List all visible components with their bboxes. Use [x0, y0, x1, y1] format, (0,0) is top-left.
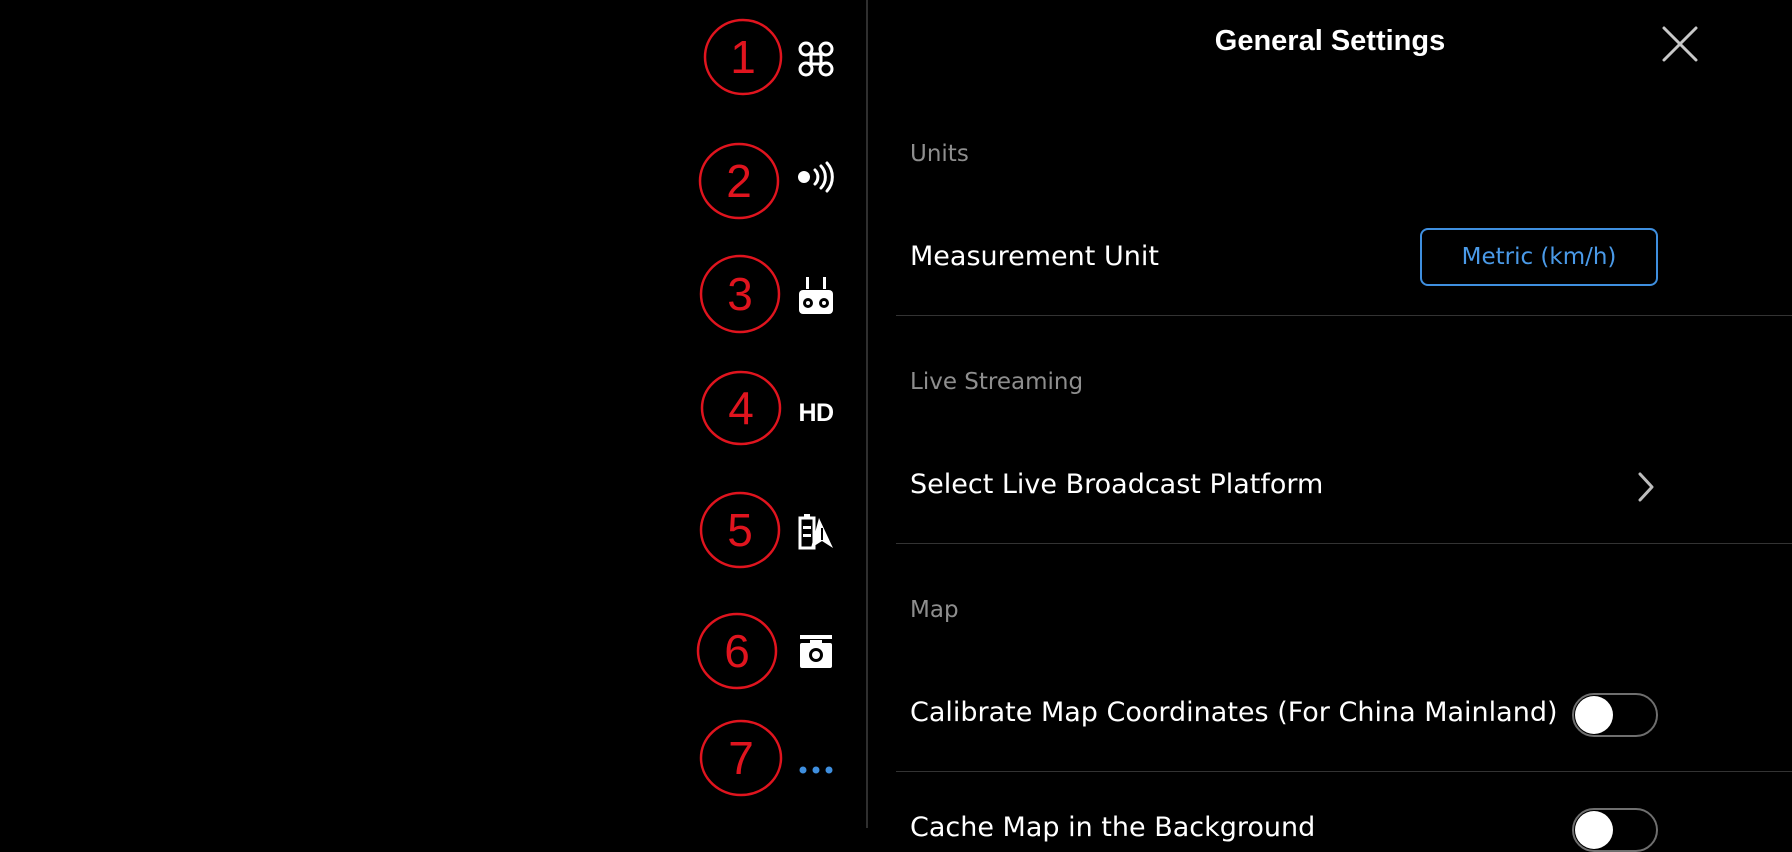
nav-item-aircraft[interactable]: [784, 27, 848, 91]
section-label-map: Map: [910, 597, 959, 623]
nav-item-hd[interactable]: HD: [784, 381, 848, 445]
chevron-right-icon[interactable]: [1632, 470, 1658, 504]
general-settings-panel: General Settings Units Measurement Unit …: [868, 0, 1792, 852]
remote-controller-icon: [799, 277, 833, 314]
close-button[interactable]: [1658, 22, 1702, 66]
calibrate-map-toggle[interactable]: [1572, 693, 1658, 737]
nav-item-camera[interactable]: [784, 620, 848, 684]
toggle-knob: [1575, 696, 1613, 734]
cache-map-toggle[interactable]: [1572, 808, 1658, 852]
measurement-unit-button[interactable]: Metric (km/h): [1420, 228, 1658, 286]
divider-line: [896, 315, 1792, 316]
battery-navigation-icon: [798, 514, 833, 550]
drone-icon: [798, 41, 834, 77]
calibrate-map-coordinates-label: Calibrate Map Coordinates (For China Mai…: [910, 697, 1558, 728]
close-icon: [1662, 26, 1698, 62]
nav-item-more[interactable]: [784, 738, 848, 802]
nav-item-battery-navigation[interactable]: [784, 500, 848, 564]
signal-icon: [798, 161, 834, 193]
camera-icon: [800, 635, 832, 668]
nav-item-remote-controller[interactable]: [784, 264, 848, 328]
camera-view-area: [0, 0, 860, 828]
toggle-knob: [1575, 811, 1613, 849]
nav-item-signal[interactable]: [784, 145, 848, 209]
panel-title: General Settings: [1214, 25, 1446, 57]
section-label-live-streaming: Live Streaming: [910, 369, 1084, 395]
section-label-units: Units: [910, 141, 969, 167]
more-icon: [799, 766, 833, 774]
measurement-unit-label: Measurement Unit: [910, 241, 1159, 272]
divider-line: [896, 771, 1792, 772]
live-broadcast-platform-row[interactable]: Select Live Broadcast Platform: [910, 469, 1323, 500]
hd-icon: HD: [798, 398, 834, 427]
divider-line: [896, 543, 1792, 544]
